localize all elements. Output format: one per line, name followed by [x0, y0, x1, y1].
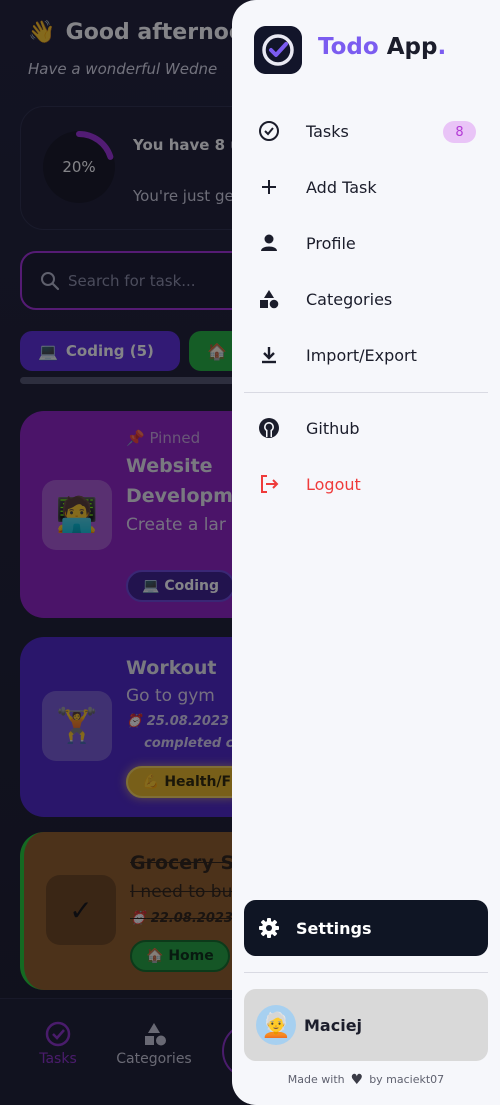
- app-logo: [254, 26, 302, 74]
- app-brand: Todo App.: [318, 34, 447, 60]
- person-icon: [261, 234, 277, 251]
- drawer-item-label: Categories: [306, 289, 393, 309]
- drawer-item-profile[interactable]: Profile: [244, 219, 488, 267]
- logout-icon: [261, 475, 279, 493]
- download-icon: [262, 347, 276, 364]
- settings-label: Settings: [296, 918, 372, 938]
- drawer-item-label: Add Task: [306, 177, 377, 197]
- github-icon: [259, 418, 279, 438]
- avatar: 🧑‍🦳: [256, 1005, 296, 1045]
- drawer-item-label: Github: [306, 418, 360, 438]
- plus-icon: [262, 180, 276, 194]
- task-count-badge: 8: [443, 121, 476, 143]
- shapes-icon: [260, 290, 279, 309]
- gear-icon: [259, 918, 279, 938]
- settings-button[interactable]: Settings: [244, 900, 488, 956]
- drawer-item-label: Tasks: [306, 121, 349, 141]
- drawer-item-label: Profile: [306, 233, 356, 253]
- navigation-drawer: Todo App. Tasks 8 Add Task Profile Categ…: [232, 0, 500, 1105]
- drawer-item-import-export[interactable]: Import/Export: [244, 331, 488, 379]
- drawer-item-label: Logout: [306, 474, 361, 494]
- drawer-item-github[interactable]: Github: [244, 404, 488, 452]
- heart-icon: ♥: [350, 1072, 364, 1088]
- user-name: Maciej: [304, 1015, 363, 1035]
- drawer-item-categories[interactable]: Categories: [244, 275, 488, 323]
- drawer-divider: [244, 972, 488, 973]
- footer-credit: Made with ♥ by maciekt07: [287, 1072, 445, 1088]
- drawer-divider: [244, 392, 488, 393]
- check-circle-icon: [259, 121, 279, 141]
- drawer-item-tasks[interactable]: Tasks 8: [244, 107, 488, 155]
- drawer-item-logout[interactable]: Logout: [244, 460, 488, 508]
- user-profile-card[interactable]: 🧑‍🦳 Maciej: [244, 989, 488, 1061]
- drawer-item-add-task[interactable]: Add Task: [244, 163, 488, 211]
- drawer-item-label: Import/Export: [306, 345, 417, 365]
